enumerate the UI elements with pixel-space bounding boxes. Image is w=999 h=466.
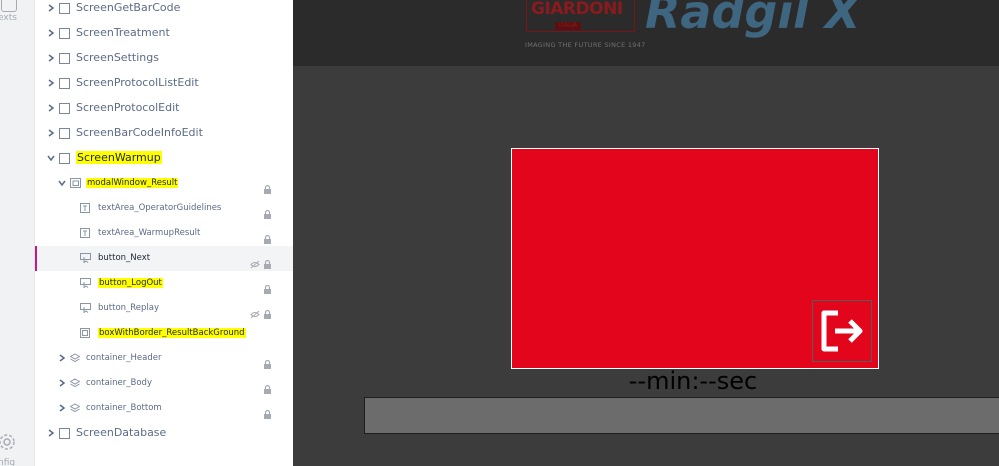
tree-row[interactable]: textArea_OperatorGuidelines xyxy=(35,196,293,221)
tree-item-label: ScreenSettings xyxy=(76,51,159,64)
tree-item-label: ScreenWarmup xyxy=(76,151,162,164)
lock-icon[interactable] xyxy=(263,379,272,394)
chevron-right-icon[interactable] xyxy=(46,53,56,63)
tree-item-label: container_Bottom xyxy=(86,403,162,413)
app-header: GIARDONI ITALIA IMAGING THE FUTURE SINCE… xyxy=(293,0,999,66)
button-icon xyxy=(80,303,91,313)
tree-item-label: button_LogOut xyxy=(98,278,163,288)
tree-item-label: textArea_OperatorGuidelines xyxy=(98,203,222,213)
result-background-box[interactable] xyxy=(511,148,879,369)
tree-row[interactable]: modalWindow_Result xyxy=(35,171,293,196)
tree-row[interactable]: ScreenTreatment xyxy=(35,21,293,46)
tree-item-label: ScreenProtocolListEdit xyxy=(76,76,199,89)
selection-indicator xyxy=(35,246,37,271)
tree-item-label: ScreenGetBarCode xyxy=(76,1,181,14)
chevron-right-icon[interactable] xyxy=(57,353,67,363)
tree-row[interactable]: ScreenDatabase xyxy=(35,421,293,446)
chevron-right-icon[interactable] xyxy=(46,28,56,38)
tree-item-label: container_Header xyxy=(86,353,162,363)
tree-row[interactable]: button_Next xyxy=(35,246,293,271)
tree-item-label: modalWindow_Result xyxy=(86,178,179,188)
tree-item-label: ScreenBarCodeInfoEdit xyxy=(76,126,203,139)
tree-item-label: textArea_WarmupResult xyxy=(98,228,201,238)
gear-icon[interactable] xyxy=(0,433,16,455)
chevron-right-icon[interactable] xyxy=(46,428,56,438)
brand-tagline: IMAGING THE FUTURE SINCE 1947 xyxy=(525,41,646,49)
warmup-progress-bar xyxy=(364,397,999,434)
tree-item-label: button_Replay xyxy=(98,303,160,313)
screen-icon xyxy=(59,53,70,64)
config-rail-label: nfig xyxy=(0,458,16,466)
lock-icon[interactable] xyxy=(263,279,272,294)
text-icon xyxy=(80,228,90,238)
button-icon xyxy=(80,278,91,288)
texts-rail-label: exts xyxy=(0,13,17,23)
layer-tree-panel: ScreenGetBarCode ScreenTreatment ScreenSet… xyxy=(35,0,293,466)
warmup-timer: --min:--sec xyxy=(628,367,758,395)
lock-icon[interactable] xyxy=(263,179,272,194)
logout-button[interactable] xyxy=(812,300,872,362)
tree-row[interactable]: ScreenProtocolEdit xyxy=(35,96,293,121)
tree-row[interactable]: button_LogOut xyxy=(35,271,293,296)
screen-icon xyxy=(59,128,70,139)
tree-item-label: ScreenDatabase xyxy=(76,426,167,439)
screen-icon xyxy=(59,428,70,439)
tree-row[interactable]: ScreenSettings xyxy=(35,46,293,71)
chevron-down-icon[interactable] xyxy=(57,178,67,188)
tree-row[interactable]: ScreenProtocolListEdit xyxy=(35,71,293,96)
lock-icon[interactable] xyxy=(263,254,272,269)
chevron-right-icon[interactable] xyxy=(46,128,56,138)
screen-icon xyxy=(59,28,70,39)
screen-icon xyxy=(59,103,70,114)
layers-icon xyxy=(70,353,80,363)
chevron-right-icon[interactable] xyxy=(57,378,67,388)
tree-item-label: button_Next xyxy=(98,253,151,263)
screen-icon xyxy=(59,153,70,164)
lock-icon[interactable] xyxy=(263,404,272,419)
product-name: Radgil X xyxy=(645,0,861,39)
tree-row[interactable]: textArea_WarmupResult xyxy=(35,221,293,246)
left-tool-rail: exts nfig xyxy=(0,0,35,466)
logout-icon xyxy=(821,310,863,352)
brand-logo: GIARDONI xyxy=(531,0,623,19)
lock-icon[interactable] xyxy=(263,354,272,369)
lock-icon[interactable] xyxy=(263,229,272,244)
design-canvas: GIARDONI ITALIA IMAGING THE FUTURE SINCE… xyxy=(293,0,999,466)
tree-item-label: ScreenTreatment xyxy=(76,26,170,39)
tree-row[interactable]: ScreenBarCodeInfoEdit xyxy=(35,121,293,146)
tree-item-label: boxWithBorder_ResultBackGround xyxy=(98,328,246,338)
chevron-right-icon[interactable] xyxy=(46,3,56,13)
tree-row[interactable]: boxWithBorder_ResultBackGround xyxy=(35,321,293,346)
layers-icon xyxy=(70,378,80,388)
tree-row[interactable]: button_Replay xyxy=(35,296,293,321)
screen-icon xyxy=(59,3,70,14)
tree-row[interactable]: ScreenGetBarCode xyxy=(35,0,293,21)
chevron-down-icon[interactable] xyxy=(46,153,56,163)
tree-row[interactable]: container_Bottom xyxy=(35,396,293,421)
window-icon xyxy=(70,178,81,188)
tree-item-label: ScreenProtocolEdit xyxy=(76,101,180,114)
visibility-off-icon[interactable] xyxy=(250,254,260,269)
box-icon xyxy=(80,328,90,338)
tree-item-label: container_Body xyxy=(86,378,152,388)
button-icon xyxy=(80,253,91,263)
tree-row[interactable]: container_Header xyxy=(35,346,293,371)
chevron-right-icon[interactable] xyxy=(46,103,56,113)
lock-icon[interactable] xyxy=(263,304,272,319)
chevron-right-icon[interactable] xyxy=(57,403,67,413)
lock-icon[interactable] xyxy=(263,204,272,219)
layers-icon xyxy=(70,403,80,413)
visibility-off-icon[interactable] xyxy=(250,304,260,319)
text-icon xyxy=(80,203,90,213)
tree-row[interactable]: container_Body xyxy=(35,371,293,396)
tree-row[interactable]: ScreenWarmup xyxy=(35,146,293,171)
screen-icon xyxy=(59,78,70,89)
texts-icon[interactable] xyxy=(1,0,17,12)
brand-logo-sub: ITALIA xyxy=(555,22,582,30)
chevron-right-icon[interactable] xyxy=(46,78,56,88)
